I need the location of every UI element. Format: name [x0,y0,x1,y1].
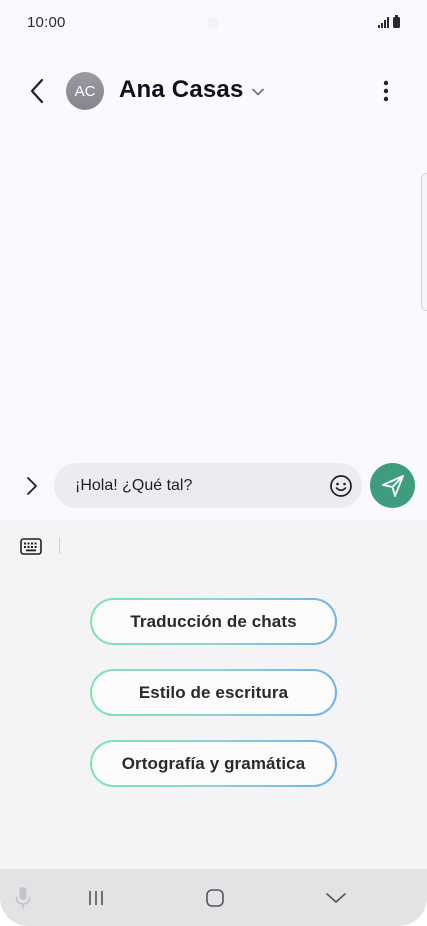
more-options-button[interactable] [372,76,400,106]
panel-divider [59,538,60,554]
hide-keyboard-button[interactable] [324,887,348,909]
ai-tools-panel: Traducción de chats Estilo de escritura … [0,520,427,870]
keyboard-icon [20,537,42,555]
navigation-bar [0,869,427,926]
recents-icon [89,891,103,905]
edge-panel-handle[interactable] [421,173,427,311]
spelling-grammar-button[interactable]: Ortografía y gramática [90,740,337,787]
home-icon [206,889,224,907]
more-vertical-icon [383,80,389,102]
emoji-button[interactable] [328,473,353,498]
back-button[interactable] [22,76,52,106]
status-icons [378,15,400,28]
hide-keyboard-icon [326,893,346,903]
writing-style-button[interactable]: Estilo de escritura [90,669,337,716]
expand-chevron-icon [27,477,37,495]
recents-button[interactable] [84,887,108,909]
message-input-text: ¡Hola! ¿Qué tal? [75,477,193,494]
home-button[interactable] [203,887,227,909]
keyboard-toggle-button[interactable] [20,537,42,555]
voice-input-button[interactable] [12,885,34,911]
conversation-header: AC Ana Casas [0,62,427,122]
battery-icon [393,15,400,28]
chevron-down-icon[interactable] [250,84,266,100]
contact-name[interactable]: Ana Casas [119,76,244,104]
expand-options-button[interactable] [20,474,44,498]
signal-icon [378,17,389,28]
avatar[interactable]: AC [66,72,104,110]
conversation-area[interactable] [0,122,427,452]
message-input[interactable]: ¡Hola! ¿Qué tal? [54,463,362,508]
send-button[interactable] [370,463,415,508]
avatar-initials: AC [74,82,96,100]
emoji-icon [329,474,352,497]
microphone-icon [15,887,31,909]
message-composer: ¡Hola! ¿Qué tal? [0,460,427,516]
front-camera [207,17,219,29]
status-time: 10:00 [27,14,66,31]
messages-screen: 10:00 AC Ana Casas ¡Hola! ¿Qué tal? Trad… [0,0,427,926]
back-arrow-icon [30,78,44,104]
send-icon [381,474,404,497]
translate-chats-button[interactable]: Traducción de chats [90,598,337,645]
status-bar: 10:00 [0,0,427,44]
